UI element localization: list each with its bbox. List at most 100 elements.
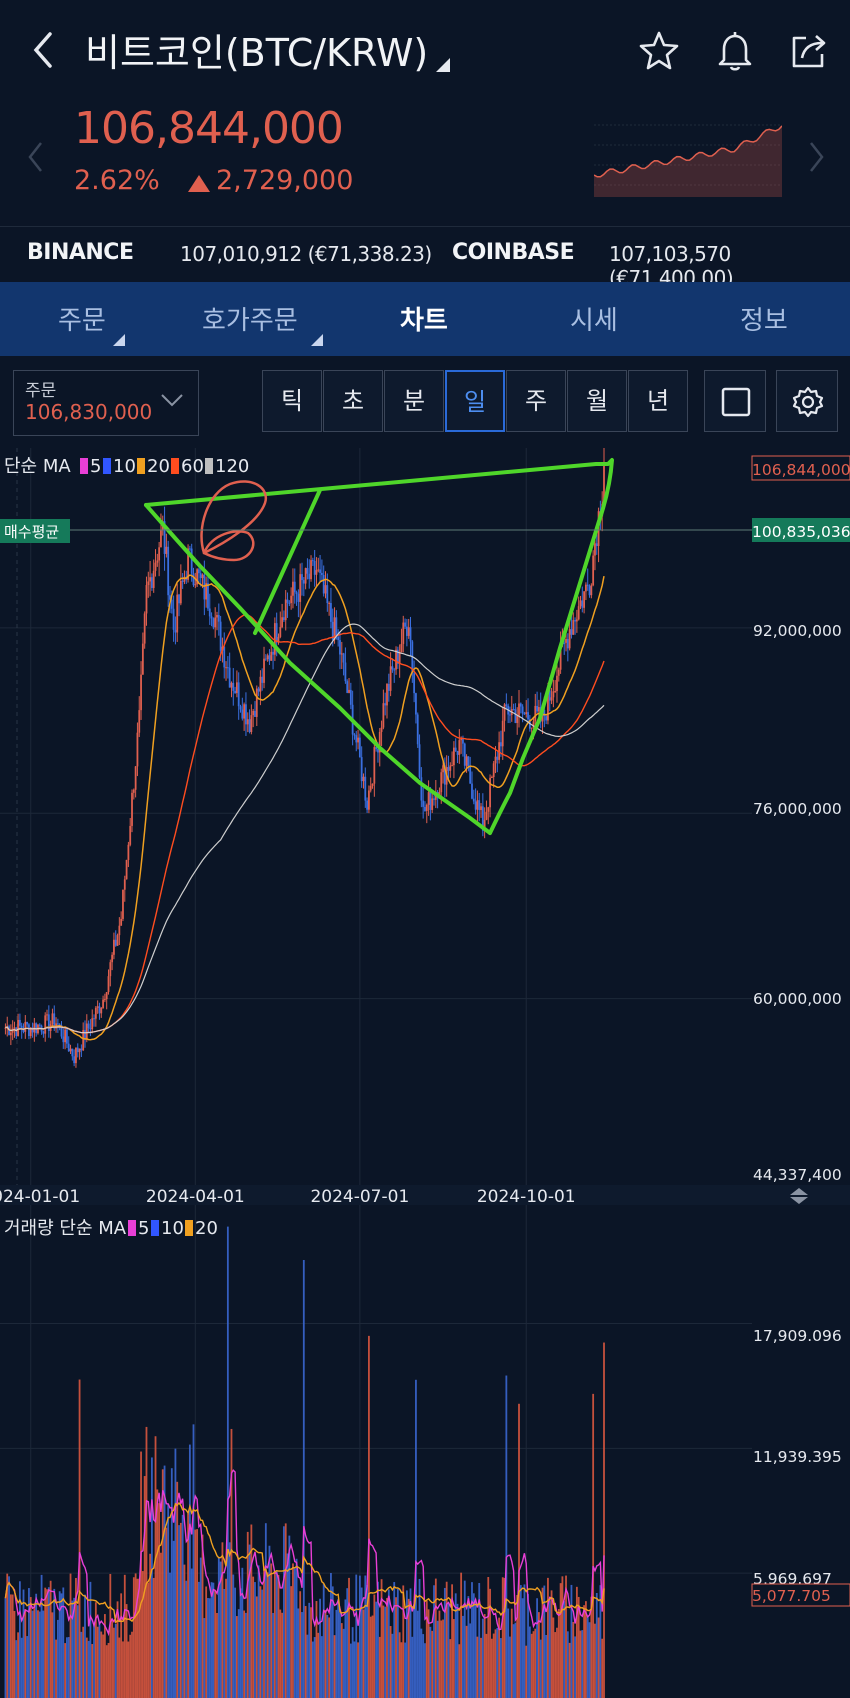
tab-market[interactable]: 시세	[570, 300, 618, 337]
candle-body	[433, 798, 435, 800]
volume-bar	[109, 1573, 112, 1698]
candle-body	[24, 1021, 27, 1032]
volume-bar	[337, 1599, 340, 1698]
tab-dropdown-icon	[113, 334, 125, 346]
tab-order[interactable]: 주문	[58, 300, 106, 337]
legend-swatch	[80, 458, 88, 474]
period-week[interactable]: 주	[506, 370, 566, 432]
square-icon	[721, 387, 751, 417]
candle-body	[194, 584, 197, 586]
share-icon[interactable]	[786, 28, 832, 74]
volume-bar	[198, 1581, 200, 1698]
candle-body	[487, 807, 490, 812]
period-year[interactable]: 년	[628, 370, 688, 432]
candle-body	[503, 704, 506, 721]
candle-body	[550, 697, 553, 701]
volume-bar	[583, 1605, 586, 1698]
legend-label: 5	[138, 1218, 149, 1239]
volume-bar	[87, 1640, 90, 1698]
volume-bar	[568, 1642, 571, 1698]
candle-body	[64, 1029, 67, 1043]
candle-body	[328, 603, 331, 605]
settings-button[interactable]	[776, 370, 838, 432]
volume-bar	[129, 1634, 132, 1698]
candle-body	[494, 756, 497, 764]
candle-body	[330, 603, 332, 622]
volume-bar	[277, 1574, 280, 1698]
bell-icon[interactable]	[712, 28, 758, 74]
candle-body	[134, 766, 137, 790]
volume-bar	[225, 1578, 227, 1698]
volume-bar	[447, 1602, 450, 1698]
volume-bar	[64, 1643, 67, 1698]
volume-bar	[501, 1577, 504, 1698]
period-minute[interactable]: 분	[384, 370, 444, 432]
chevron-left-icon[interactable]	[26, 140, 46, 174]
candle-body	[447, 767, 450, 771]
candle-body	[62, 1036, 65, 1043]
volume-bar	[373, 1594, 376, 1698]
candle-body	[203, 574, 206, 600]
candle-body	[89, 1028, 92, 1030]
candle-body	[210, 616, 213, 619]
price-tick-label: 76,000,000	[753, 800, 842, 818]
candle-body	[472, 798, 475, 802]
tab-orderbook[interactable]: 호가주문	[202, 300, 298, 337]
candle-body	[17, 1019, 19, 1036]
volume-bar	[454, 1593, 457, 1698]
volume-bar	[424, 1643, 426, 1698]
tab-info[interactable]: 정보	[740, 300, 788, 337]
candle-body	[122, 889, 124, 919]
volume-bar	[13, 1610, 16, 1698]
candle-body	[172, 608, 175, 630]
period-second[interactable]: 초	[323, 370, 383, 432]
candle-body	[382, 703, 385, 728]
pane-separator[interactable]	[0, 1185, 850, 1205]
tab-dropdown-icon	[311, 334, 323, 346]
candle-body	[534, 705, 537, 722]
candle-body	[320, 572, 323, 575]
chevron-left-icon[interactable]	[28, 30, 58, 70]
candle-body	[190, 548, 193, 574]
ma-legend-prefix: 단순 MA	[4, 456, 71, 477]
chevron-right-icon[interactable]	[806, 140, 826, 174]
candle-body	[151, 577, 153, 588]
candle-body	[570, 629, 573, 635]
candle-body	[523, 713, 526, 715]
period-day[interactable]: 일	[445, 370, 505, 432]
candle-body	[143, 613, 146, 644]
candle-body	[387, 683, 390, 691]
candle-body	[156, 560, 159, 563]
volume-bar	[387, 1589, 390, 1698]
tab-chart[interactable]: 차트	[400, 300, 448, 337]
volume-bar	[190, 1568, 193, 1698]
candle-body	[537, 707, 540, 712]
fullscreen-button[interactable]	[704, 370, 766, 432]
volume-bar	[4, 1598, 7, 1698]
volume-bar	[67, 1637, 70, 1698]
volume-bar	[326, 1615, 329, 1698]
volume-bar	[572, 1621, 575, 1698]
volume-bar	[471, 1582, 473, 1698]
period-tick[interactable]: 틱	[262, 370, 322, 432]
volume-bar	[91, 1644, 94, 1698]
star-icon[interactable]	[636, 28, 682, 74]
exchange-name: COINBASE	[452, 240, 575, 265]
volume-bar	[398, 1632, 401, 1698]
candle-body	[80, 1048, 83, 1051]
price-chart[interactable]: 단순 MA 5102060120 2024-01-012024-04-01202…	[0, 448, 850, 1698]
volume-bar	[292, 1563, 294, 1698]
volume-bar	[353, 1641, 356, 1698]
candle-body	[422, 800, 425, 807]
volume-bars	[4, 1226, 605, 1698]
candle-body	[304, 568, 307, 584]
volume-bar	[458, 1644, 461, 1698]
volume-bar	[228, 1542, 231, 1698]
market-dropdown-caret-icon[interactable]	[434, 56, 450, 72]
candle-body	[583, 591, 586, 608]
volume-bar	[234, 1587, 236, 1698]
period-month[interactable]: 월	[567, 370, 627, 432]
volume-bar	[123, 1574, 126, 1698]
candle-body	[368, 790, 370, 810]
volume-bar	[369, 1616, 372, 1698]
